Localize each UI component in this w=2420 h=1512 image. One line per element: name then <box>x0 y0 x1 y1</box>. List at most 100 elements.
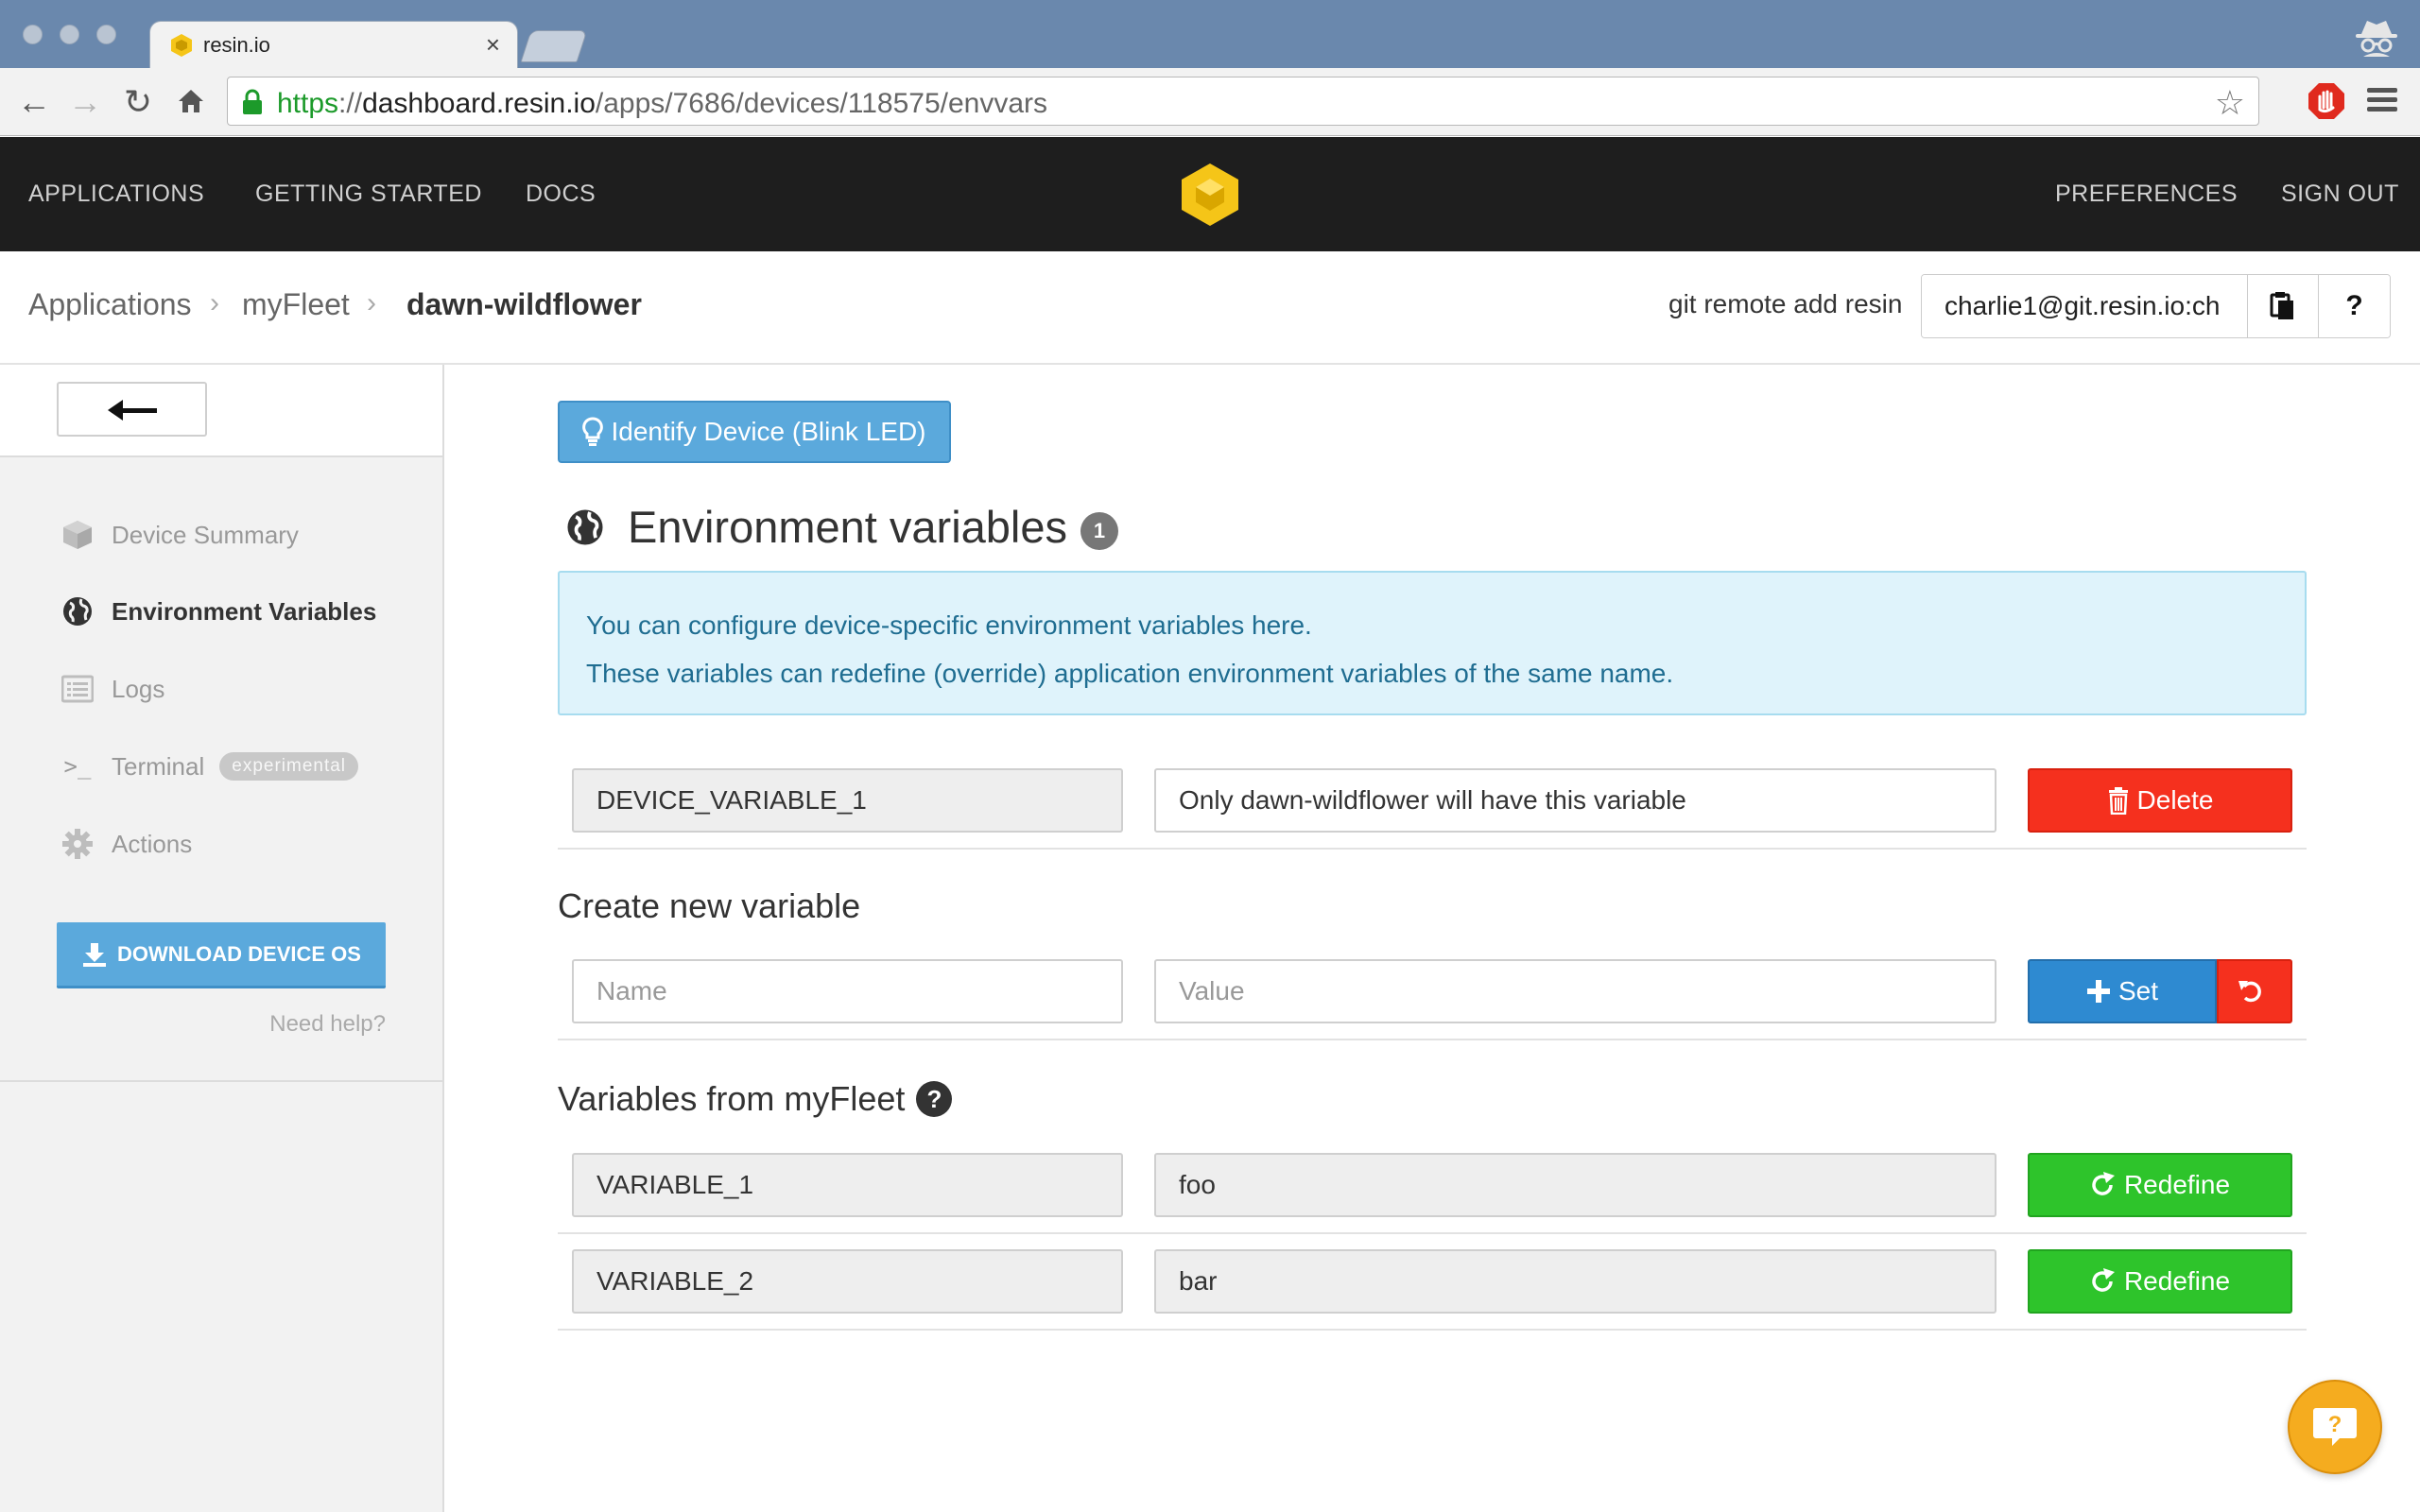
copy-button[interactable] <box>2248 275 2319 337</box>
window-close-dot[interactable] <box>23 25 43 44</box>
breadcrumb-applications[interactable]: Applications <box>28 287 192 322</box>
info-line: These variables can redefine (override) … <box>586 659 1674 688</box>
undo-icon <box>2238 981 2261 1003</box>
sidebar-item-logs[interactable]: Logs <box>60 670 164 708</box>
git-remote-label: git remote add resin <box>1668 289 1903 318</box>
support-chat-button[interactable]: ? <box>2288 1380 2382 1474</box>
sidebar-item-actions[interactable]: Actions <box>60 825 192 863</box>
browser-tab-strip: resin.io × <box>0 0 2420 68</box>
sidebar-item-label: Device Summary <box>112 520 299 549</box>
left-arrow-icon <box>108 400 157 421</box>
download-device-os-button[interactable]: DOWNLOAD DEVICE OS <box>57 922 386 988</box>
redo-icon <box>2092 1172 2115 1195</box>
redo-icon <box>2092 1268 2115 1292</box>
delete-button[interactable]: Delete <box>2028 768 2292 833</box>
nav-sign-out[interactable]: SIGN OUT <box>2281 180 2399 208</box>
window-zoom-dot[interactable] <box>96 25 116 44</box>
url-text: https://dashboard.resin.io/apps/7686/dev… <box>277 88 1048 119</box>
svg-text:?: ? <box>2328 1412 2342 1437</box>
identify-device-button[interactable]: Identify Device (Blink LED) <box>558 401 951 463</box>
trash-icon <box>2108 787 2128 815</box>
reset-button[interactable] <box>2217 959 2292 1023</box>
app-navbar: APPLICATIONS GETTING STARTED DOCS PREFER… <box>0 137 2420 251</box>
sidebar-item-label: Terminal <box>112 751 205 781</box>
nav-preferences[interactable]: PREFERENCES <box>2055 180 2238 208</box>
tab-close-icon[interactable]: × <box>486 30 500 60</box>
count-badge: 1 <box>1080 511 1118 550</box>
list-icon <box>60 672 95 706</box>
download-icon <box>83 942 107 967</box>
variable-name-field[interactable] <box>572 768 1123 833</box>
new-variable-name-input[interactable] <box>572 959 1123 1023</box>
new-variable-value-input[interactable] <box>1154 959 1996 1023</box>
cube-icon <box>60 518 95 552</box>
sidebar-item-terminal[interactable]: >_ Terminal experimental <box>60 747 359 785</box>
lightbulb-icon <box>582 417 604 446</box>
nav-applications[interactable]: APPLICATIONS <box>28 180 204 208</box>
create-variable-heading: Create new variable <box>558 886 861 925</box>
page-title: Environment variables 1 <box>565 501 1118 553</box>
lock-icon <box>243 89 262 114</box>
variable-name-field[interactable] <box>572 1153 1123 1217</box>
globe-icon <box>60 594 95 628</box>
browser-menu-icon[interactable] <box>2363 83 2401 121</box>
variable-value-field[interactable] <box>1154 1153 1996 1217</box>
sidebar-divider <box>0 1080 442 1082</box>
need-help-link[interactable]: Need help? <box>269 1011 386 1038</box>
sidebar: Device Summary Environment Variables Log… <box>0 365 444 1512</box>
create-variable-row: Set <box>558 944 2307 1040</box>
sidebar-item-device-summary[interactable]: Device Summary <box>60 516 299 554</box>
nav-docs[interactable]: DOCS <box>526 180 596 208</box>
adblock-extension-icon[interactable] <box>2307 81 2346 121</box>
chat-bubble-icon: ? <box>2313 1408 2357 1446</box>
gear-icon <box>60 827 95 861</box>
variable-value-field[interactable] <box>1154 1249 1996 1314</box>
sidebar-item-label: Logs <box>112 674 165 703</box>
browser-tab[interactable]: resin.io × <box>149 21 518 68</box>
resin-favicon-icon <box>171 34 192 57</box>
address-bar[interactable]: https://dashboard.resin.io/apps/7686/dev… <box>227 77 2259 126</box>
new-tab-button[interactable] <box>520 30 588 62</box>
incognito-icon[interactable] <box>2352 13 2401 62</box>
home-icon[interactable] <box>170 81 212 123</box>
info-line: You can configure device-specific enviro… <box>586 610 1312 640</box>
clipboard-icon <box>2270 292 2293 319</box>
breadcrumb-myfleet[interactable]: myFleet <box>242 287 350 322</box>
globe-icon <box>567 508 603 545</box>
variable-name-field[interactable] <box>572 1249 1123 1314</box>
breadcrumb-chevron-icon: › <box>367 287 376 318</box>
back-button[interactable] <box>57 382 207 437</box>
git-remote-field[interactable] <box>1922 275 2248 337</box>
breadcrumb-chevron-icon: › <box>210 287 219 318</box>
forward-arrow-icon[interactable]: → <box>64 81 106 123</box>
nav-getting-started[interactable]: GETTING STARTED <box>255 180 482 208</box>
reload-icon[interactable]: ↻ <box>117 81 159 123</box>
fleet-variables-heading: Variables from myFleet ? <box>558 1079 953 1119</box>
set-button[interactable]: Set <box>2028 959 2217 1023</box>
experimental-badge: experimental <box>219 752 359 781</box>
browser-toolbar: ← → ↻ https://dashboard.resin.io/apps/76… <box>0 68 2420 136</box>
window-minimize-dot[interactable] <box>60 25 79 44</box>
sidebar-item-label: Environment Variables <box>112 596 377 626</box>
page-title-text: Environment variables <box>628 502 1067 552</box>
breadcrumb: Applications › myFleet › dawn-wildflower… <box>0 251 2420 365</box>
bookmark-star-icon[interactable]: ☆ <box>2215 83 2245 123</box>
info-alert: You can configure device-specific enviro… <box>558 571 2307 715</box>
resin-logo-icon[interactable] <box>1180 162 1240 228</box>
git-remote-group: ? <box>1921 274 2391 338</box>
breadcrumb-current-device: dawn-wildflower <box>406 287 642 321</box>
redefine-button[interactable]: Redefine <box>2028 1153 2292 1217</box>
plus-icon <box>2086 980 2110 1003</box>
variable-value-field[interactable] <box>1154 768 1996 833</box>
sidebar-header <box>0 365 442 457</box>
back-arrow-icon[interactable]: ← <box>13 81 55 123</box>
sidebar-item-environment-variables[interactable]: Environment Variables <box>60 593 376 630</box>
sidebar-item-label: Actions <box>112 829 193 858</box>
fleet-variable-row: Redefine <box>558 1234 2307 1331</box>
help-button[interactable]: ? <box>2319 275 2390 337</box>
redefine-button[interactable]: Redefine <box>2028 1249 2292 1314</box>
tab-title: resin.io <box>203 33 270 57</box>
fleet-variable-row: Redefine <box>558 1138 2307 1234</box>
help-icon[interactable]: ? <box>916 1081 953 1117</box>
device-variable-row: Delete <box>558 753 2307 850</box>
